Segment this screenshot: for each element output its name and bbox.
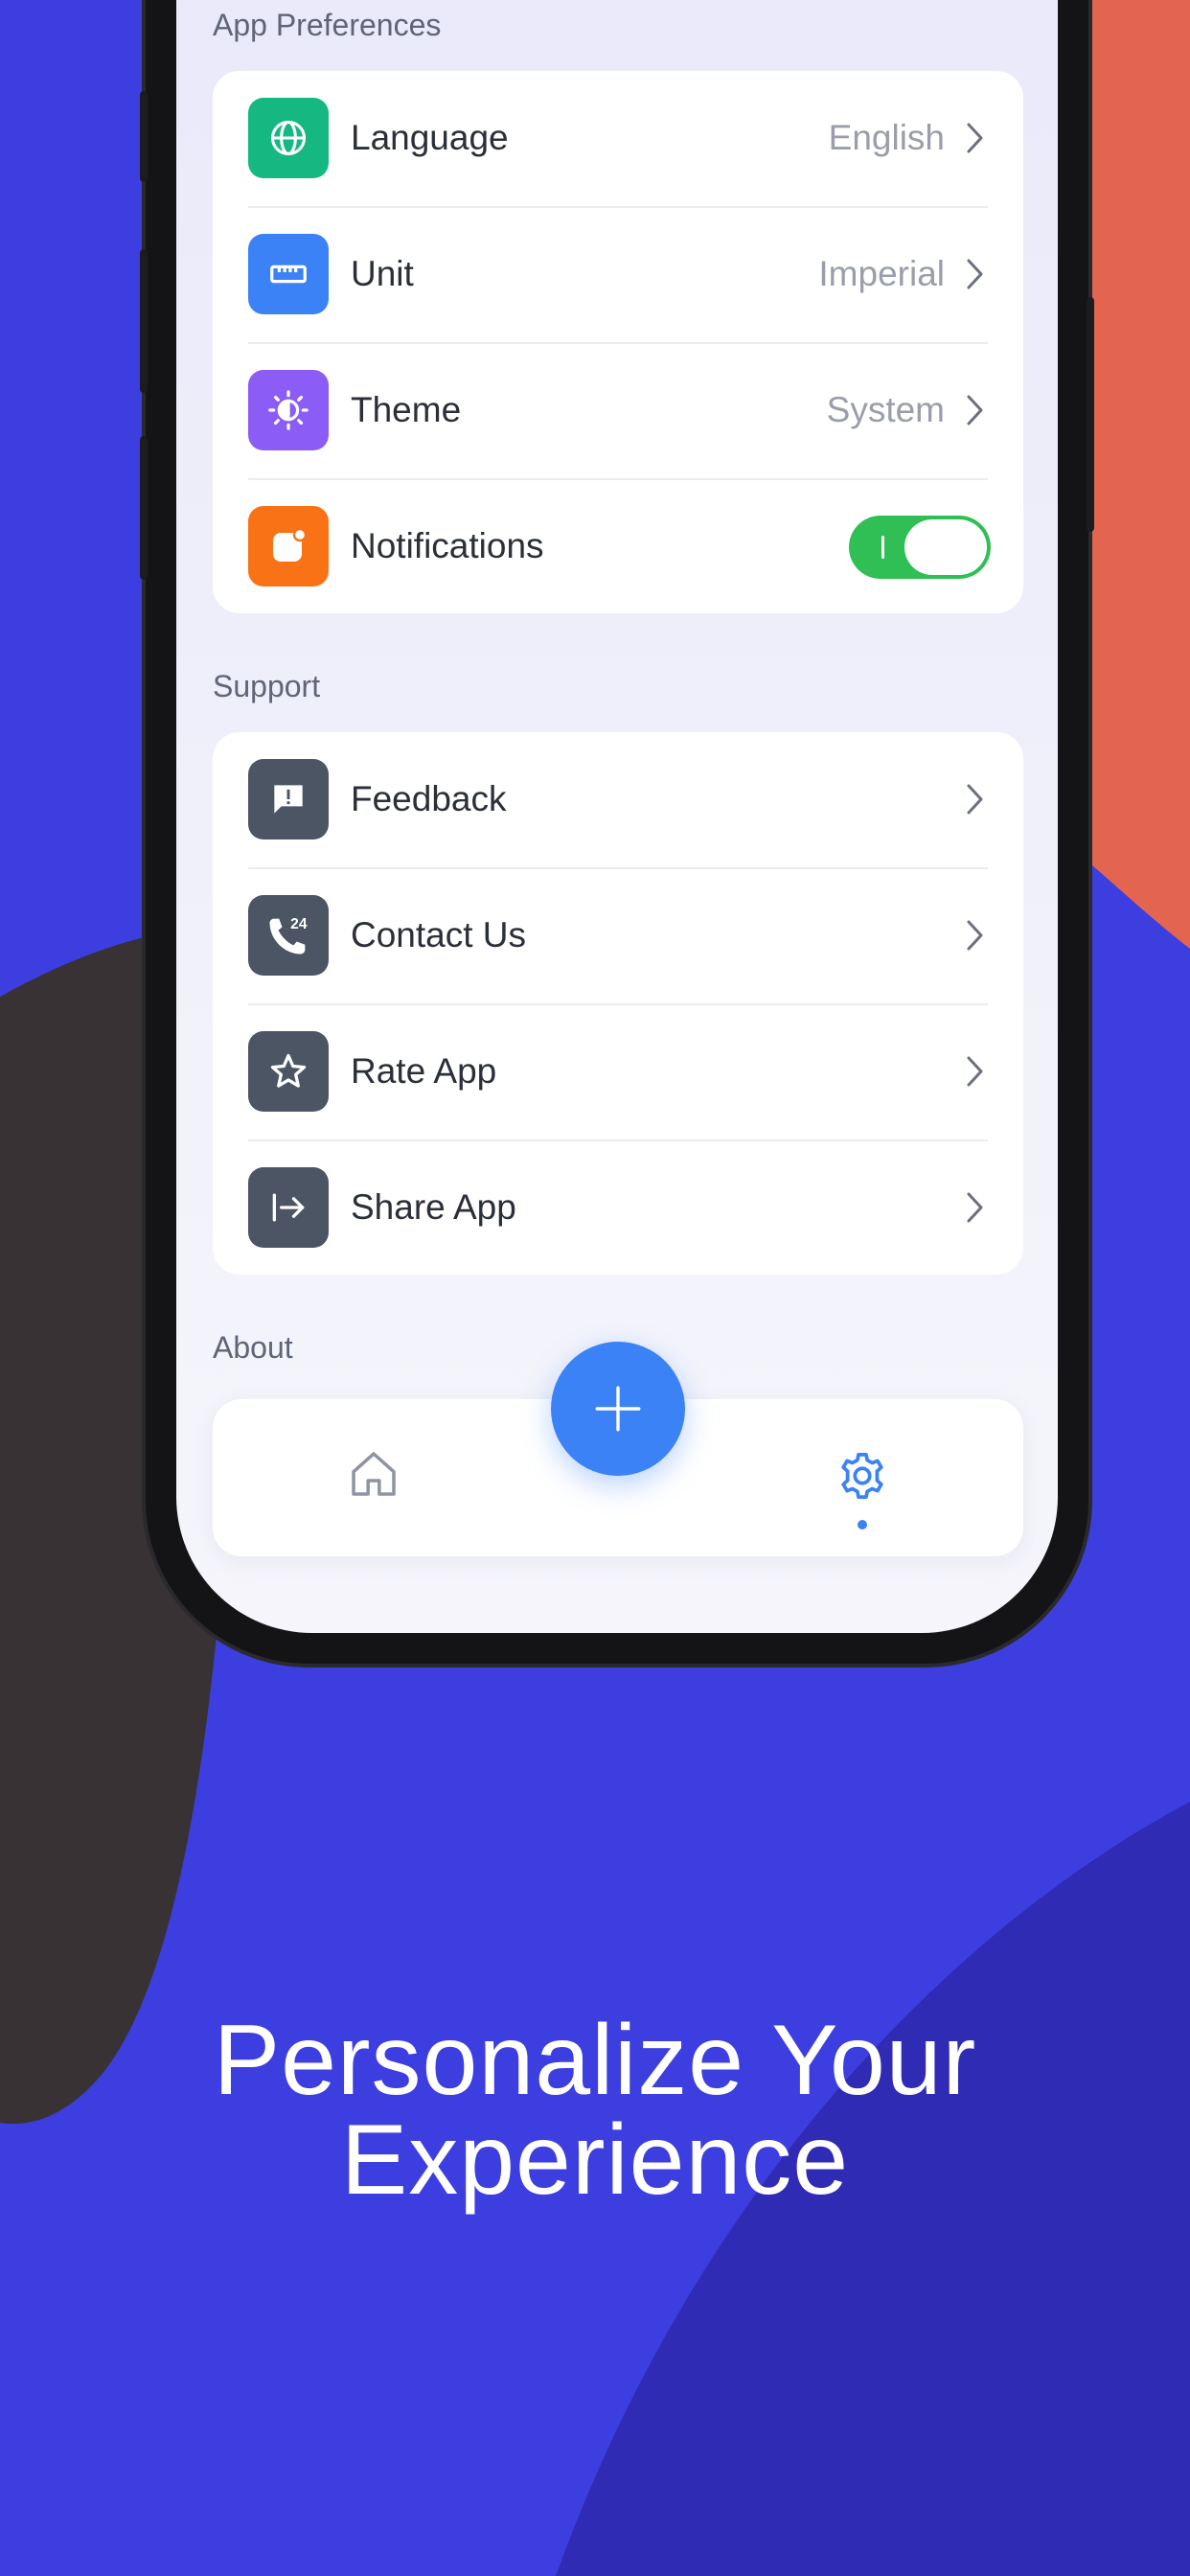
row-label: Feedback (351, 779, 507, 818)
settings-row-contact-us[interactable]: 24 Contact Us (213, 868, 1023, 1003)
feedback-icon (248, 759, 329, 840)
phone-24-icon: 24 (248, 895, 329, 976)
row-value: System (826, 390, 945, 429)
row-label: Language (351, 118, 509, 157)
chevron-right-icon (967, 1192, 983, 1223)
phone-power-button (1087, 297, 1094, 532)
phone-volume-down-button (140, 436, 148, 580)
notification-icon (248, 506, 329, 586)
row-label: Unit (351, 254, 414, 293)
support-card: Feedback 24 Contact Us Rate App Share Ap… (213, 732, 1023, 1275)
phone-screen: App Preferences Language English Unit Im… (176, 0, 1058, 1633)
row-label: Contact Us (351, 915, 527, 954)
row-value: English (828, 118, 945, 157)
badge-text: 24 (290, 916, 308, 932)
settings-row-language[interactable]: Language English (213, 71, 1023, 206)
gear-icon (841, 1452, 883, 1500)
tab-settings[interactable] (835, 1449, 889, 1530)
chevron-right-icon (967, 259, 983, 289)
chevron-right-icon (967, 1056, 983, 1087)
chevron-right-icon (967, 784, 983, 815)
settings-row-share-app[interactable]: Share App (213, 1140, 1023, 1276)
ruler-icon (248, 234, 329, 314)
settings-row-unit[interactable]: Unit Imperial (213, 207, 1023, 342)
settings-row-theme[interactable]: Theme System (213, 343, 1023, 478)
star-icon (248, 1031, 329, 1112)
toggle-knob (904, 519, 987, 575)
headline-line-1: Personalize Your (213, 2005, 977, 2116)
plus-icon (595, 1386, 641, 1432)
row-label: Notifications (351, 526, 544, 565)
home-icon (352, 1452, 396, 1496)
notifications-toggle[interactable] (849, 516, 991, 579)
theme-icon (248, 370, 329, 450)
row-value: Imperial (818, 254, 945, 293)
row-label: Theme (351, 390, 462, 429)
add-button[interactable] (551, 1342, 685, 1476)
share-icon (248, 1167, 329, 1248)
globe-icon (248, 98, 329, 178)
section-label-about: About (213, 1330, 293, 1365)
phone-side-button (140, 91, 148, 182)
chevron-right-icon (967, 920, 983, 951)
section-label-support: Support (213, 669, 321, 703)
settings-row-rate-app[interactable]: Rate App (213, 1004, 1023, 1139)
headline-line-2: Experience (340, 2104, 850, 2216)
phone-volume-up-button (140, 249, 148, 393)
settings-row-feedback[interactable]: Feedback (213, 732, 1023, 867)
settings-row-notifications: Notifications (213, 479, 1023, 614)
row-label: Rate App (351, 1051, 497, 1091)
preferences-card: Language English Unit Imperial Theme Sys… (213, 71, 1023, 613)
row-label: Share App (351, 1187, 516, 1227)
section-label-app-preferences: App Preferences (213, 8, 442, 42)
toggle-on-indicator (881, 536, 884, 559)
active-tab-indicator (858, 1520, 867, 1530)
chevron-right-icon (967, 123, 983, 153)
chevron-right-icon (967, 395, 983, 426)
marketing-headline: Personalize Your Experience (0, 2011, 1190, 2210)
tab-home[interactable] (347, 1447, 400, 1501)
